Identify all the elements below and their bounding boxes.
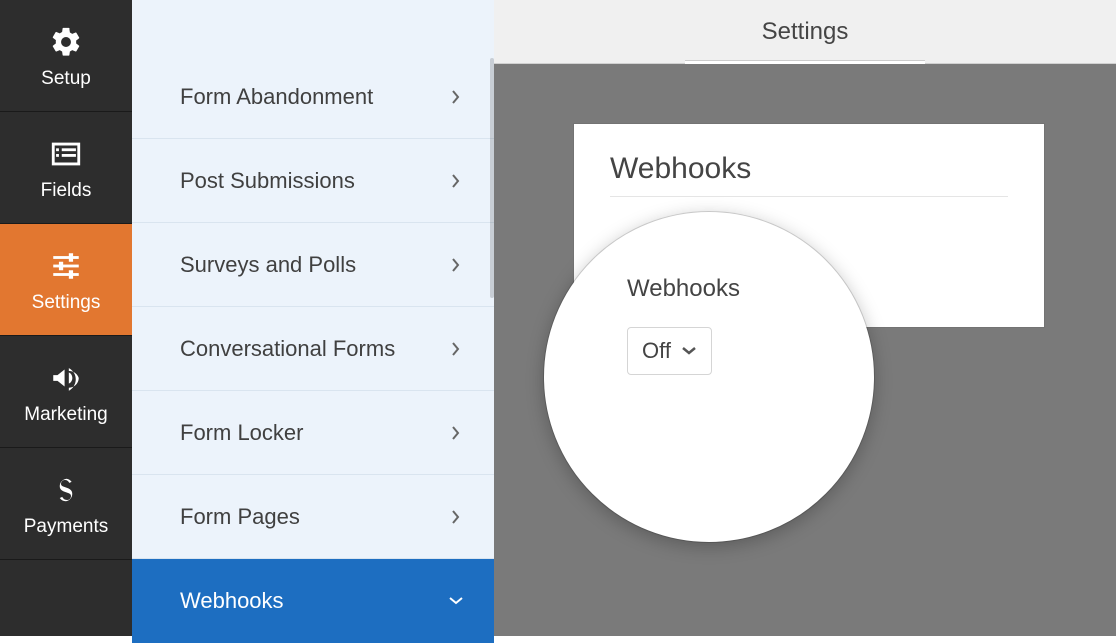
gear-icon [46,22,86,62]
main-content: Settings Webhooks Webhooks Off [494,0,1116,636]
dropdown-value: Off [642,338,671,364]
webhooks-toggle-dropdown[interactable]: Off [627,327,712,375]
nav-item-payments[interactable]: Payments [0,448,132,560]
nav-label-marketing: Marketing [24,404,107,426]
settings-item-form-pages[interactable]: Form Pages [132,475,494,559]
megaphone-icon [46,358,86,398]
magnified-view: Webhooks Off [544,212,874,542]
settings-item-label: Form Abandonment [180,84,373,110]
chevron-right-icon [448,89,464,105]
chevron-right-icon [448,257,464,273]
top-tab-bar: Settings [494,0,1116,64]
active-tab-label[interactable]: Settings [762,18,849,46]
nav-item-settings[interactable]: Settings [0,224,132,336]
settings-item-surveys-polls[interactable]: Surveys and Polls [132,223,494,307]
tab-active-indicator [685,60,925,64]
nav-item-setup[interactable]: Setup [0,0,132,112]
settings-canvas: Webhooks Webhooks Off [494,64,1116,636]
nav-label-payments: Payments [24,516,108,538]
main-nav-sidebar: Setup Fields Settings Marketing Payments [0,0,132,636]
settings-item-label: Surveys and Polls [180,252,356,278]
settings-item-label: Form Pages [180,504,300,530]
nav-label-setup: Setup [41,68,91,90]
settings-item-label: Form Locker [180,420,303,446]
dollar-icon [46,470,86,510]
chevron-right-icon [448,509,464,525]
sliders-icon [46,246,86,286]
card-title: Webhooks [610,152,1008,197]
webhooks-field-label: Webhooks [627,275,871,303]
settings-item-form-locker[interactable]: Form Locker [132,391,494,475]
settings-item-label: Webhooks [180,588,284,614]
nav-item-marketing[interactable]: Marketing [0,336,132,448]
settings-item-label: Conversational Forms [180,336,395,362]
nav-label-settings: Settings [32,292,101,314]
settings-list: Form Abandonment Post Submissions Survey… [132,55,494,643]
settings-item-label: Post Submissions [180,168,355,194]
chevron-right-icon [448,341,464,357]
chevron-right-icon [448,425,464,441]
chevron-right-icon [448,173,464,189]
nav-item-fields[interactable]: Fields [0,112,132,224]
list-icon [46,134,86,174]
nav-label-fields: Fields [41,180,92,202]
chevron-down-icon [681,346,697,356]
settings-item-conversational-forms[interactable]: Conversational Forms [132,307,494,391]
settings-item-webhooks[interactable]: Webhooks [132,559,494,643]
settings-sub-panel: Form Abandonment Post Submissions Survey… [132,0,494,636]
settings-item-form-abandonment[interactable]: Form Abandonment [132,55,494,139]
settings-item-post-submissions[interactable]: Post Submissions [132,139,494,223]
chevron-down-icon [448,596,464,606]
